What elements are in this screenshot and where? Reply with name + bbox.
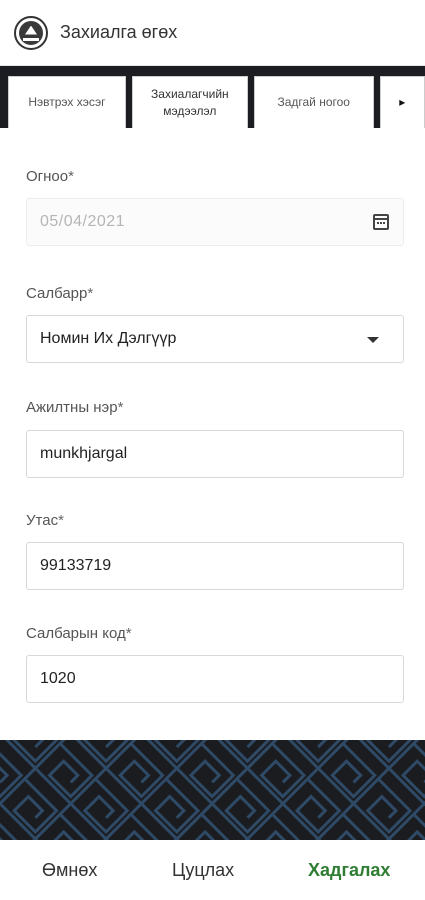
phone-field[interactable]: 99133719: [26, 542, 404, 590]
app-header: Захиалга өгөх: [0, 0, 425, 66]
branch-label: Салбарр*: [26, 285, 94, 302]
branch-code-value: 1020: [40, 670, 76, 687]
phone-value: 99133719: [40, 557, 112, 574]
branch-value: Номин Их Дэлгүүр: [40, 330, 177, 347]
date-value: 05/04/2021: [40, 213, 126, 230]
date-label: Огноо*: [26, 168, 74, 185]
previous-button[interactable]: Өмнөх: [42, 860, 97, 881]
caret-down-icon[interactable]: [367, 337, 379, 343]
temple-logo-icon: [14, 15, 48, 50]
employee-field[interactable]: munkhjargal: [26, 430, 404, 478]
save-button[interactable]: Хадгалах: [308, 860, 390, 881]
page-title: Захиалга өгөх: [60, 22, 178, 42]
tab-customer-info[interactable]: Захиалагчийн мэдээлэл: [131, 76, 248, 128]
cancel-button[interactable]: Цуцлах: [172, 860, 234, 881]
tab-vegetables[interactable]: Задгай ногоо: [253, 76, 374, 128]
calendar-icon[interactable]: [373, 214, 389, 230]
chevron-right-icon[interactable]: ▸: [379, 76, 425, 128]
branch-code-label: Салбарын код*: [26, 625, 132, 642]
branch-select[interactable]: Номин Их Дэлгүүр: [26, 315, 404, 363]
tab-login[interactable]: Нэвтрэх хэсэг: [8, 76, 126, 128]
tab-bar: Нэвтрэх хэсэг Захиалагчийн мэдээлэл Задг…: [0, 66, 425, 128]
decorative-pattern: [0, 740, 425, 840]
employee-value: munkhjargal: [40, 445, 128, 462]
branch-code-field[interactable]: 1020: [26, 655, 404, 703]
employee-label: Ажилтны нэр*: [26, 399, 124, 416]
date-field[interactable]: 05/04/2021: [26, 198, 404, 246]
phone-label: Утас*: [26, 512, 64, 529]
footer-bar: Өмнөх Цуцлах Хадгалах: [0, 840, 425, 900]
